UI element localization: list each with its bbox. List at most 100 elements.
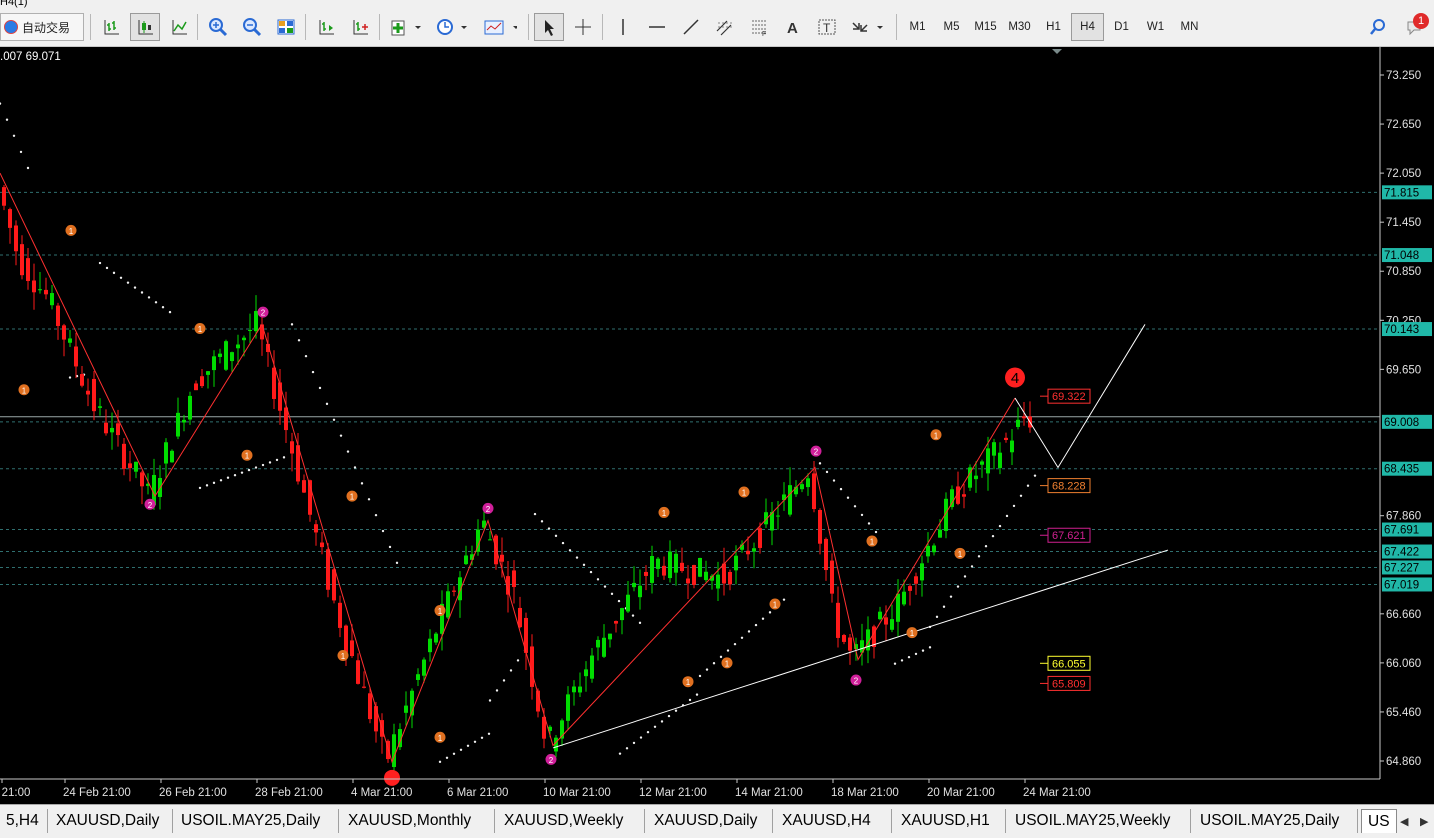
- chart-tab[interactable]: XAUUSD,Daily: [50, 809, 173, 833]
- cursor-icon[interactable]: [534, 13, 564, 41]
- timeframe-m30-button[interactable]: M30: [1003, 13, 1036, 41]
- crosshair-icon[interactable]: [568, 13, 598, 41]
- sar-dot: [480, 736, 484, 739]
- candle-body: [464, 555, 468, 565]
- sar-dot: [26, 166, 30, 170]
- sar-dot: [733, 642, 737, 646]
- notification-icon[interactable]: 1: [1400, 13, 1430, 41]
- candle-body: [242, 337, 246, 341]
- timeframe-h1-button[interactable]: H1: [1037, 13, 1070, 41]
- wave-marker-label: 1: [934, 431, 939, 440]
- bar-chart-icon[interactable]: [96, 13, 126, 41]
- candle-body: [110, 427, 114, 433]
- wave-marker-label: 1: [910, 629, 915, 638]
- candle-body: [392, 734, 396, 768]
- candle-body: [812, 473, 816, 510]
- candle-body: [116, 423, 120, 436]
- candle-body: [1004, 437, 1008, 440]
- price-tag-label: 69.322: [1052, 391, 1086, 403]
- zoom-in-icon[interactable]: [203, 13, 233, 41]
- wave-marker-label: 2: [261, 309, 266, 318]
- templates-icon[interactable]: [480, 13, 520, 41]
- sar-dot: [339, 434, 343, 437]
- sar-dot: [646, 730, 650, 734]
- candle-body: [602, 637, 606, 657]
- sar-dot: [921, 649, 925, 652]
- line-chart-icon[interactable]: [164, 13, 194, 41]
- candlestick-icon[interactable]: [130, 13, 160, 41]
- sar-dot: [374, 513, 378, 517]
- price-tick-label: 66.060: [1386, 658, 1421, 670]
- sar-dot: [568, 549, 572, 552]
- price-level-label: 67.691: [1384, 525, 1419, 537]
- tab-scroll-left-icon[interactable]: ◀: [1400, 815, 1408, 828]
- chart-tab[interactable]: 5,H4: [0, 809, 48, 833]
- candle-body: [38, 289, 42, 291]
- chart-canvas[interactable]: 1 1 1 1 2 2 1 1 1 1 2 2 1 1 1 1 1 2 1 2 1 1 1 4 69.322 68.228 67.…: [0, 47, 1434, 804]
- auto-scroll-icon[interactable]: [345, 13, 375, 41]
- candle-body: [686, 578, 690, 584]
- sar-dot: [516, 659, 520, 662]
- sar-dot: [712, 662, 716, 665]
- toolbar-separator: [90, 14, 91, 40]
- equidistant-channel-icon[interactable]: [710, 13, 740, 41]
- candle-body: [218, 353, 222, 357]
- sar-dot: [533, 512, 537, 516]
- fibonacci-icon[interactable]: F: [744, 13, 774, 41]
- chart-tab[interactable]: USOIL.MAY25,Daily: [1194, 809, 1358, 833]
- candle-body: [368, 693, 372, 720]
- sar-dot: [984, 545, 988, 548]
- zoom-out-icon[interactable]: [237, 13, 267, 41]
- sar-dot: [540, 520, 544, 523]
- sar-dot: [282, 456, 286, 459]
- candle-body: [554, 737, 558, 752]
- chart-tab[interactable]: XAUUSD,Daily: [648, 809, 773, 833]
- chart-tab[interactable]: XAUUSD,Monthly: [342, 809, 495, 833]
- candle-body: [206, 371, 210, 375]
- ohlc-header: .007 69.071: [0, 51, 61, 63]
- timeframe-h4-button[interactable]: H4: [1071, 13, 1104, 41]
- sar-dot: [782, 598, 786, 601]
- price-tick-label: 64.860: [1386, 756, 1421, 768]
- candle-body: [32, 280, 36, 293]
- sar-dot: [638, 621, 642, 625]
- sar-dot: [488, 699, 492, 702]
- price-level-label: 67.227: [1384, 562, 1419, 574]
- horizontal-line-icon[interactable]: [642, 13, 672, 41]
- auto-trade-button[interactable]: 自动交易: [0, 13, 84, 41]
- chart-tab[interactable]: XAUUSD,Weekly: [498, 809, 645, 833]
- price-chart[interactable]: 1 1 1 1 2 2 1 1 1 1 2 2 1 1 1 1 1 2 1 2 1 1 1 4 69.322 68.228 67.…: [0, 47, 1434, 804]
- chart-tab[interactable]: XAUUSD,H4: [776, 809, 892, 833]
- timeframe-m5-button[interactable]: M5: [935, 13, 968, 41]
- chart-tab[interactable]: USOIL.MAY25,Daily: [175, 809, 339, 833]
- chart-tab[interactable]: USOIL.MAY25,Weekly: [1009, 809, 1191, 833]
- arrows-icon[interactable]: [846, 13, 888, 41]
- timeframe-w1-button[interactable]: W1: [1139, 13, 1172, 41]
- wave-marker-label: 2: [854, 677, 859, 686]
- sar-dot: [874, 530, 878, 534]
- tile-windows-icon[interactable]: [271, 13, 301, 41]
- indicators-icon[interactable]: [386, 13, 426, 41]
- sar-dot: [589, 570, 593, 574]
- text-icon[interactable]: A: [778, 13, 808, 41]
- periods-icon[interactable]: [432, 13, 472, 41]
- chart-tab[interactable]: XAUUSD,H1: [895, 809, 1006, 833]
- vertical-line-icon[interactable]: [608, 13, 638, 41]
- timeframe-mn-button[interactable]: MN: [1173, 13, 1206, 41]
- sar-dot: [914, 652, 918, 656]
- sar-dot: [719, 655, 723, 659]
- timeframe-m1-button[interactable]: M1: [901, 13, 934, 41]
- search-icon[interactable]: [1364, 13, 1392, 41]
- chart-tab-active[interactable]: US: [1361, 809, 1397, 833]
- timeframe-m15-button[interactable]: M15: [969, 13, 1002, 41]
- time-tick-label: 6 Mar 21:00: [447, 787, 508, 799]
- candle-body: [974, 475, 978, 480]
- timeframe-d1-button[interactable]: D1: [1105, 13, 1138, 41]
- wave-marker-label: 1: [438, 607, 443, 616]
- text-label-icon[interactable]: T: [812, 13, 842, 41]
- tab-scroll-right-icon[interactable]: ▶: [1420, 815, 1428, 828]
- trendline-icon[interactable]: [676, 13, 706, 41]
- price-tag-label: 66.055: [1052, 658, 1086, 670]
- chart-shift-icon[interactable]: [311, 13, 341, 41]
- chart-shift-marker-icon: [1052, 49, 1062, 54]
